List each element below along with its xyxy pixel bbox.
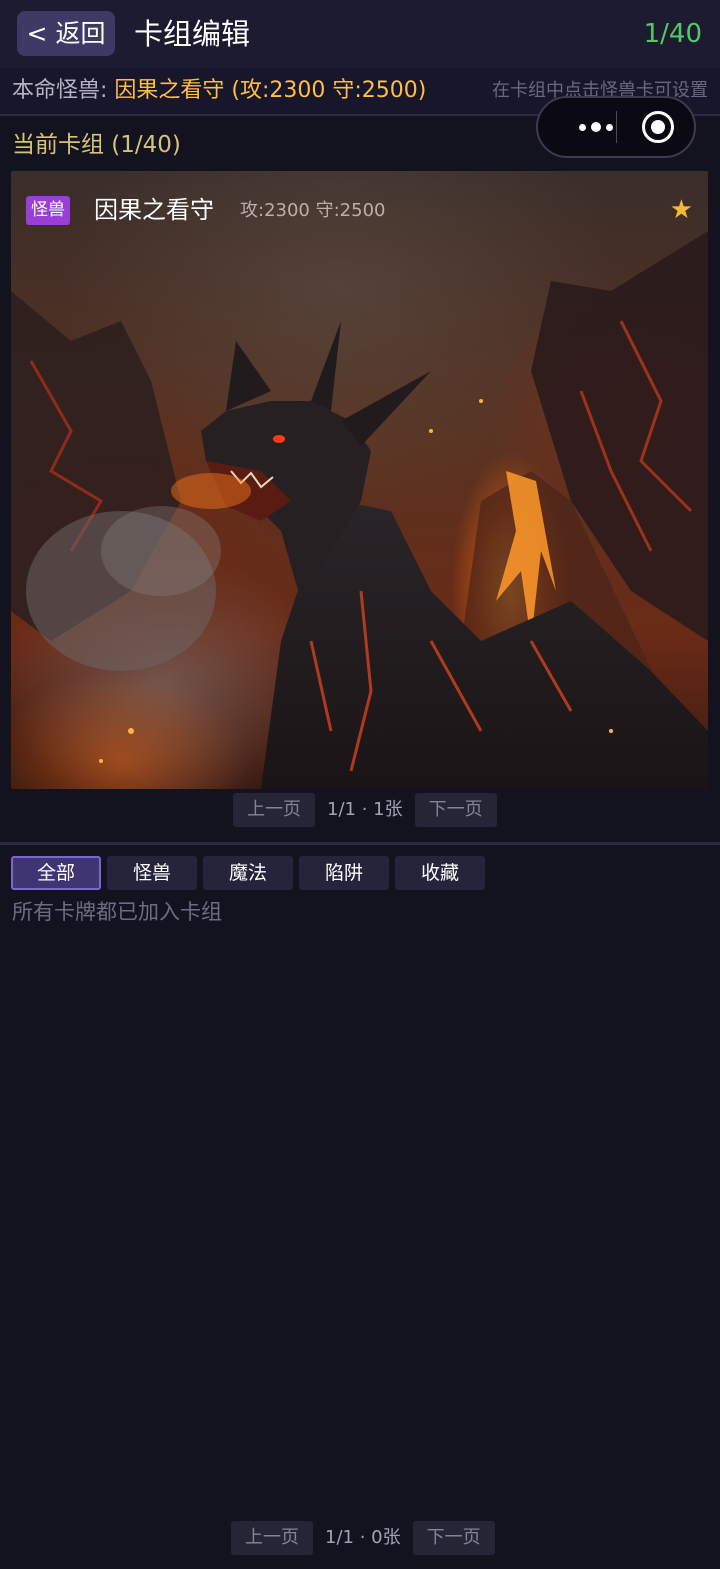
card-header: 怪兽 因果之看守 攻:2300 守:2500 ★	[11, 171, 708, 251]
empty-pool-message: 所有卡牌都已加入卡组	[12, 900, 222, 924]
filter-tabs: 全部 怪兽 魔法 陷阱 收藏	[11, 856, 485, 890]
section-divider	[0, 842, 720, 845]
tab-monster[interactable]: 怪兽	[107, 856, 197, 890]
tab-trap[interactable]: 陷阱	[299, 856, 389, 890]
tab-favorites[interactable]: 收藏	[395, 856, 485, 890]
pool-prev-page-button[interactable]: 上一页	[231, 1521, 313, 1555]
card-type-badge: 怪兽	[26, 196, 70, 225]
back-button[interactable]: < 返回	[17, 11, 115, 56]
current-deck-title: 当前卡组 (1/40)	[12, 132, 181, 158]
pool-next-page-button[interactable]: 下一页	[412, 1521, 495, 1555]
page-title: 卡组编辑	[134, 17, 251, 51]
card-art-dragon	[11, 231, 708, 789]
top-bar: < 返回 卡组编辑 1/40	[0, 0, 720, 68]
deck-next-page-button[interactable]: 下一页	[414, 793, 497, 827]
deck-pager: 上一页 1/1 · 1张 下一页	[233, 793, 497, 827]
main-monster-value: 因果之看守 (攻:2300 守:2500)	[114, 78, 427, 103]
more-options-button[interactable]	[558, 98, 634, 156]
deck-count: 1/40	[643, 19, 702, 49]
tab-all[interactable]: 全部	[11, 856, 101, 890]
more-dot-icon	[591, 122, 601, 132]
capsule-divider	[616, 111, 617, 143]
pool-page-info: 1/1 · 0张	[325, 1527, 401, 1548]
more-dot-icon	[606, 123, 613, 131]
deck-prev-page-button[interactable]: 上一页	[233, 793, 315, 827]
card-stats: 攻:2300 守:2500	[240, 200, 386, 221]
card-name: 因果之看守	[94, 196, 214, 224]
tab-magic[interactable]: 魔法	[203, 856, 293, 890]
close-miniprogram-icon[interactable]	[642, 111, 674, 143]
main-monster-label: 本命怪兽: 因果之看守 (攻:2300 守:2500)	[12, 68, 426, 114]
deck-card[interactable]: 怪兽 因果之看守 攻:2300 守:2500 ★	[11, 171, 708, 789]
deck-page-info: 1/1 · 1张	[327, 799, 403, 820]
favorite-star-icon[interactable]: ★	[670, 191, 693, 230]
deck-editor-page: < 返回 卡组编辑 1/40 本命怪兽: 因果之看守 (攻:2300 守:250…	[0, 0, 720, 1569]
main-monster-label-text: 本命怪兽:	[12, 78, 115, 103]
pool-pager: 上一页 1/1 · 0张 下一页	[231, 1521, 495, 1555]
more-dot-icon	[579, 123, 586, 131]
mini-program-capsule	[536, 96, 696, 158]
